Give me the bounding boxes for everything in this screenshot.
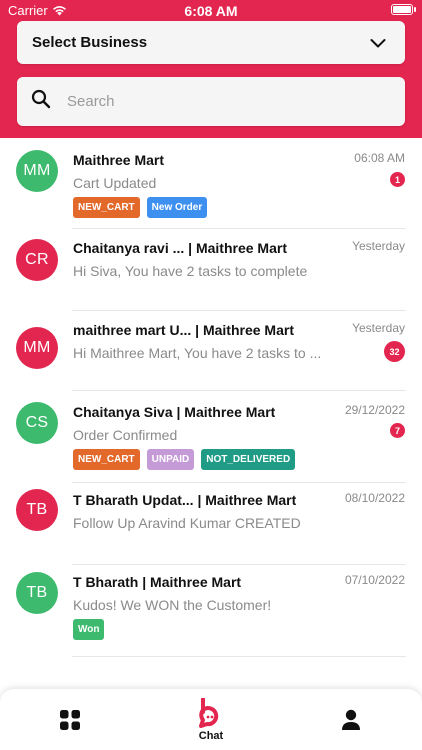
avatar-initials: MM: [23, 162, 51, 179]
avatar-initials: TB: [26, 584, 48, 601]
chat-title: Maithree Mart: [73, 152, 165, 168]
chat-item[interactable]: TB T Bharath | Maithree Mart Kudos! We W…: [0, 565, 422, 657]
chat-time: Yesterday: [352, 239, 405, 253]
chat-tags: Won: [73, 619, 105, 640]
chat-title: maithree mart U... | Maithree Mart: [73, 322, 294, 338]
nav-label-chat: Chat: [198, 729, 224, 742]
tag-badge: New Order: [146, 197, 208, 218]
avatar-initials: TB: [26, 501, 48, 518]
battery-icon: [391, 4, 416, 15]
unread-badge: 7: [390, 423, 405, 438]
avatar: TB: [16, 489, 58, 531]
chat-preview: Order Confirmed: [73, 427, 178, 443]
chat-item[interactable]: TB T Bharath Updat... | Maithree Mart Fo…: [0, 483, 422, 565]
unread-badge: 1: [390, 172, 405, 187]
chat-icon: [199, 697, 219, 728]
nav-item-profile[interactable]: [321, 689, 381, 750]
chat-preview: Kudos! We WON the Customer!: [73, 597, 272, 613]
chat-time: 08/10/2022: [344, 491, 405, 505]
tag-badge: NEW_CART: [73, 449, 140, 470]
header: Carrier 6:08 AM Select Business: [0, 0, 422, 138]
search-input[interactable]: [65, 92, 369, 111]
divider: [72, 656, 406, 657]
chat-preview: Follow Up Aravind Kumar CREATED: [73, 515, 301, 531]
chevron-down-icon: [369, 34, 387, 52]
chat-tags: NEW_CART UNPAID NOT_DELIVERED: [73, 449, 296, 470]
unread-badge: 32: [384, 341, 405, 362]
avatar: MM: [16, 327, 58, 369]
select-business-dropdown[interactable]: Select Business: [17, 21, 405, 64]
tag-badge: NEW_CART: [73, 197, 140, 218]
chat-preview: Cart Updated: [73, 175, 157, 191]
app-screen: Carrier 6:08 AM Select Business Search M…: [0, 0, 422, 750]
chat-title: Chaitanya Siva | Maithree Mart: [73, 404, 276, 420]
avatar-initials: CS: [25, 414, 49, 431]
avatar-initials: CR: [25, 251, 49, 268]
user-icon: [342, 709, 360, 730]
status-bar: Carrier 6:08 AM: [0, 0, 422, 22]
chat-tags: NEW_CART New Order: [73, 197, 208, 218]
tag-badge: Won: [73, 619, 105, 640]
chat-time: 07/10/2022: [344, 573, 405, 587]
chat-title: T Bharath | Maithree Mart: [73, 574, 242, 590]
chat-preview: Hi Maithree Mart, You have 2 tasks to ..…: [73, 345, 322, 361]
chat-item[interactable]: MM Maithree Mart Cart Updated 06:08 AM 1…: [0, 138, 422, 229]
chat-time: 29/12/2022: [344, 403, 405, 417]
select-business-label: Select Business: [32, 34, 148, 51]
avatar: TB: [16, 572, 58, 614]
tag-badge: NOT_DELIVERED: [201, 449, 296, 470]
chat-preview: Hi Siva, You have 2 tasks to complete: [73, 263, 308, 279]
chat-title: T Bharath Updat... | Maithree Mart: [73, 492, 297, 508]
chat-item[interactable]: CR Chaitanya ravi ... | Maithree Mart Hi…: [0, 229, 422, 311]
status-time: 6:08 AM: [184, 3, 238, 19]
chat-list: MM Maithree Mart Cart Updated 06:08 AM 1…: [0, 138, 422, 657]
chat-title: Chaitanya ravi ... | Maithree Mart: [73, 240, 287, 256]
grid-icon: [60, 709, 80, 730]
chat-item[interactable]: CS Chaitanya Siva | Maithree Mart Order …: [0, 391, 422, 483]
bottom-nav: Chat: [0, 689, 422, 750]
nav-item-chat[interactable]: Chat: [181, 689, 241, 750]
avatar: MM: [16, 150, 58, 192]
chat-time: Yesterday: [352, 321, 405, 335]
avatar: CS: [16, 402, 58, 444]
search-icon: [31, 89, 51, 114]
chat-item[interactable]: MM maithree mart U... | Maithree Mart Hi…: [0, 311, 422, 391]
nav-item-dashboard[interactable]: [40, 689, 100, 750]
tag-badge: UNPAID: [146, 449, 195, 470]
avatar-initials: MM: [23, 339, 51, 356]
search-box[interactable]: [17, 77, 405, 126]
avatar: CR: [16, 239, 58, 281]
chat-time: 06:08 AM: [354, 151, 405, 165]
